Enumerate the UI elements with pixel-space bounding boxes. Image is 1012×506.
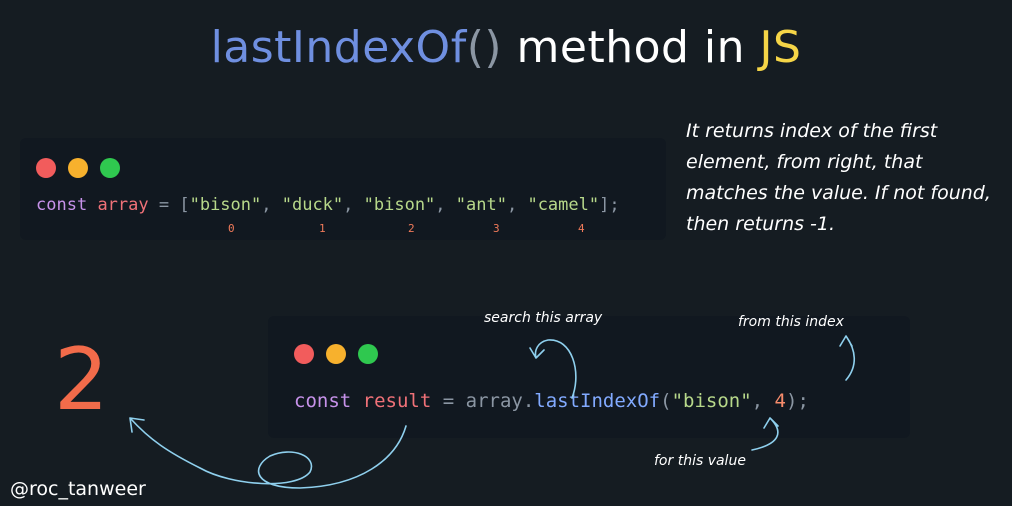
paren-close: ); xyxy=(786,390,809,412)
index-label: 3 xyxy=(493,222,500,235)
title-middle: method in xyxy=(502,22,760,73)
method-name: lastIndexOf xyxy=(534,390,661,412)
argument-separator: , xyxy=(751,390,775,412)
paren-open: ( xyxy=(660,390,672,412)
title-method: lastIndexOf xyxy=(210,22,467,73)
variable-array: array xyxy=(97,195,149,215)
array-item: "duck" xyxy=(281,195,344,215)
keyword-const: const xyxy=(294,390,352,412)
page-title: lastIndexOf() method in JS xyxy=(0,22,1012,73)
index-label: 2 xyxy=(408,222,415,235)
explanation-note: It returns index of the first element, f… xyxy=(686,120,991,235)
index-label: 0 xyxy=(228,222,235,235)
operator-assign: = xyxy=(148,195,180,215)
index-label: 4 xyxy=(578,222,585,235)
array-item: "bison" xyxy=(189,195,262,215)
result-value: 2 xyxy=(54,330,109,430)
argument-index: 4 xyxy=(774,390,786,412)
minimize-dot-icon xyxy=(326,344,346,364)
maximize-dot-icon xyxy=(358,344,378,364)
annotation-index: from this index xyxy=(738,314,844,330)
annotation-value: for this value xyxy=(654,453,746,469)
argument-value: "bison" xyxy=(671,390,752,412)
window-controls xyxy=(294,344,378,364)
bracket-open: [ xyxy=(179,195,190,215)
array-declaration: const array = ["bison", "duck", "bison",… xyxy=(36,195,620,215)
object-array: array xyxy=(465,390,523,412)
method-call: const result = array.lastIndexOf("bison"… xyxy=(294,390,809,412)
array-item: "bison" xyxy=(363,195,436,215)
operator-assign: = xyxy=(431,390,466,412)
separator: , xyxy=(435,195,456,215)
window-controls xyxy=(36,158,120,178)
separator: , xyxy=(506,195,528,215)
title-js: JS xyxy=(759,22,802,73)
separator: , xyxy=(343,195,364,215)
code-window-array: const array = ["bison", "duck", "bison",… xyxy=(20,138,666,240)
keyword-const: const xyxy=(36,195,88,215)
annotation-search: search this array xyxy=(484,310,603,326)
variable-result: result xyxy=(362,390,432,412)
minimize-dot-icon xyxy=(68,158,88,178)
author-handle: @roc_tanweer xyxy=(10,478,146,500)
maximize-dot-icon xyxy=(100,158,120,178)
array-item: "ant" xyxy=(455,195,507,215)
bracket-close: ]; xyxy=(599,195,620,215)
array-item: "camel" xyxy=(527,195,600,215)
close-dot-icon xyxy=(36,158,56,178)
index-label: 1 xyxy=(319,222,326,235)
separator: , xyxy=(261,195,282,215)
dot-accessor: . xyxy=(522,390,535,412)
close-dot-icon xyxy=(294,344,314,364)
code-window-result: const result = array.lastIndexOf("bison"… xyxy=(268,316,910,438)
title-parens: () xyxy=(466,22,503,73)
